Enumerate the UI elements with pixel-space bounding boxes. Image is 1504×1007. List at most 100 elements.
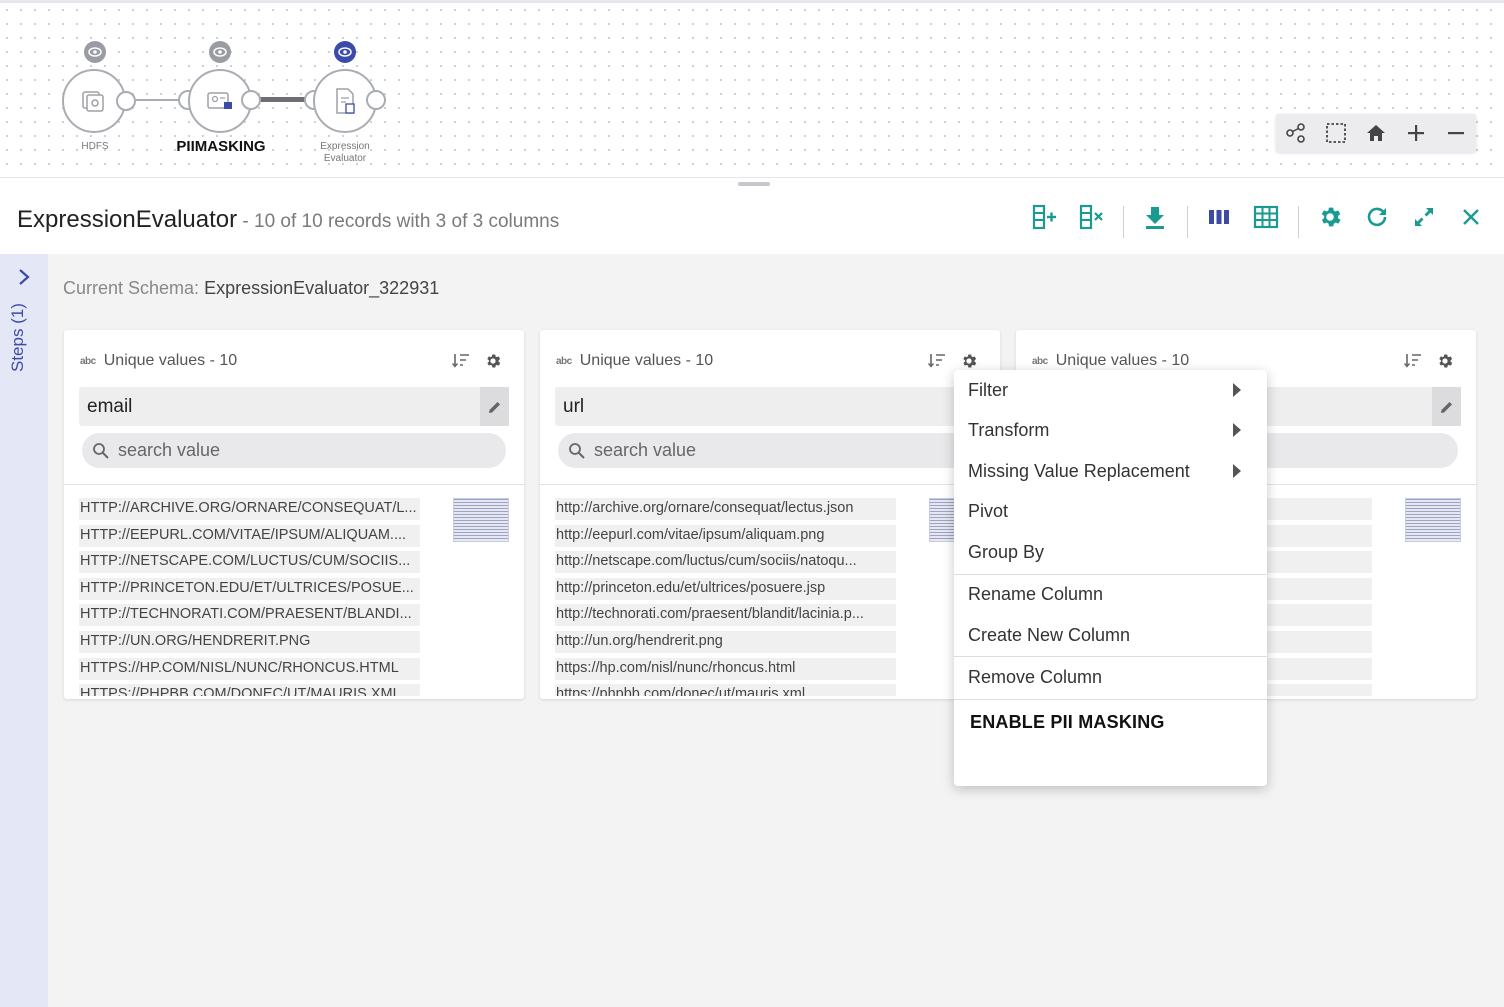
chevron-right-icon[interactable] bbox=[16, 268, 32, 291]
edit-pencil-icon[interactable] bbox=[1432, 387, 1461, 426]
value-row[interactable]: https://phpbb.com/donec/ut/mauris.xml bbox=[555, 684, 896, 696]
value-row[interactable]: HTTP://TECHNORATI.COM/PRAESENT/BLANDI... bbox=[79, 604, 420, 627]
menu-item-create-new-column[interactable]: Create New Column bbox=[954, 615, 1267, 655]
menu-item-label: Pivot bbox=[968, 500, 1009, 521]
node-output-port[interactable] bbox=[116, 91, 136, 111]
search-value-input[interactable]: search value bbox=[558, 433, 982, 468]
page-title: ExpressionEvaluator - 10 of 10 records w… bbox=[17, 206, 559, 234]
node-output-port[interactable] bbox=[241, 90, 261, 110]
menu-item-label: Filter bbox=[968, 379, 1008, 400]
submenu-arrow-icon bbox=[1233, 383, 1241, 397]
value-row[interactable]: http://technorati.com/praesent/blandit/l… bbox=[555, 604, 896, 627]
unique-values-header: abc Unique values - 10 bbox=[1032, 352, 1189, 370]
add-column-icon[interactable] bbox=[1027, 200, 1061, 234]
current-schema: Current Schema: ExpressionEvaluator_3229… bbox=[63, 278, 439, 299]
unique-values-header: abc Unique values - 10 bbox=[556, 352, 713, 370]
toolbar-divider bbox=[1187, 206, 1188, 238]
preview-eye-icon[interactable] bbox=[209, 41, 231, 63]
close-icon[interactable] bbox=[1454, 200, 1488, 234]
string-type-icon: abc bbox=[556, 355, 572, 367]
submenu-arrow-icon bbox=[1233, 464, 1241, 478]
column-name-field[interactable]: url bbox=[555, 387, 985, 426]
menu-item-transform[interactable]: Transform bbox=[954, 410, 1267, 450]
value-histogram bbox=[1405, 498, 1461, 542]
value-histogram bbox=[453, 498, 509, 542]
pipeline-canvas[interactable]: HDFS PIIMASKING Expression Evaluator bbox=[0, 0, 1504, 178]
node-output-port[interactable] bbox=[366, 90, 386, 110]
menu-item-filter[interactable]: Filter bbox=[954, 370, 1267, 410]
value-row[interactable]: http://netscape.com/luctus/cum/sociis/na… bbox=[555, 551, 896, 574]
steps-label[interactable]: Steps (1) bbox=[8, 303, 28, 372]
column-card-email: abc Unique values - 10 email search value… bbox=[64, 330, 524, 699]
divider bbox=[64, 484, 524, 485]
value-row[interactable]: HTTPS://PHPBB.COM/DONEC/UT/MAURIS.XML bbox=[79, 684, 420, 696]
settings-icon[interactable] bbox=[1313, 200, 1347, 234]
value-row[interactable]: http://un.org/hendrerit.png bbox=[555, 630, 896, 653]
unique-values-label: Unique values - 10 bbox=[103, 352, 238, 369]
remove-column-icon[interactable] bbox=[1074, 200, 1108, 234]
value-row[interactable]: HTTP://ARCHIVE.ORG/ORNARE/CONSEQUAT/L... bbox=[79, 498, 420, 520]
value-row[interactable]: HTTP://NETSCAPE.COM/LUCTUS/CUM/SOCIIS... bbox=[79, 551, 420, 574]
column-name-field[interactable]: email bbox=[79, 387, 509, 426]
value-row[interactable]: HTTP://UN.ORG/HENDRERIT.PNG bbox=[79, 630, 420, 653]
menu-item-remove-column[interactable]: Remove Column bbox=[954, 657, 1267, 697]
search-icon bbox=[569, 442, 585, 459]
value-row[interactable]: https://hp.com/nisl/nunc/rhoncus.html bbox=[555, 657, 896, 680]
value-row[interactable]: HTTP://PRINCETON.EDU/ET/ULTRICES/POSUE..… bbox=[79, 577, 420, 600]
divider bbox=[540, 484, 1000, 485]
string-type-icon: abc bbox=[80, 355, 96, 367]
pipeline-link bbox=[136, 99, 180, 101]
menu-item-label: Remove Column bbox=[968, 666, 1103, 687]
menu-item-label: Transform bbox=[968, 419, 1050, 440]
menu-item-enable-pii-masking[interactable]: ENABLE PII MASKING bbox=[954, 702, 1267, 742]
toolbar-divider bbox=[1123, 206, 1124, 238]
column-settings-gear-icon[interactable] bbox=[1436, 352, 1454, 375]
menu-item-label: Missing Value Replacement bbox=[968, 460, 1190, 481]
node-label-hdfs: HDFS bbox=[81, 141, 109, 152]
unique-values-list: HTTP://ARCHIVE.ORG/ORNARE/CONSEQUAT/L...… bbox=[79, 498, 420, 696]
table-view-icon[interactable] bbox=[1249, 200, 1283, 234]
column-view-icon[interactable] bbox=[1202, 200, 1236, 234]
pii-masking-icon bbox=[207, 92, 232, 109]
sort-icon[interactable] bbox=[1403, 352, 1422, 373]
value-row[interactable]: HTTP://EEPURL.COM/VITAE/IPSUM/ALIQUAM...… bbox=[79, 524, 420, 547]
panel-resize-handle[interactable] bbox=[738, 182, 770, 186]
node-label-piimasking: PIIMASKING bbox=[176, 138, 266, 155]
value-row[interactable]: HTTPS://HP.COM/NISL/NUNC/RHONCUS.HTML bbox=[79, 657, 420, 680]
sort-icon[interactable] bbox=[927, 352, 946, 373]
value-row[interactable]: http://princeton.edu/et/ultrices/posuere… bbox=[555, 577, 896, 600]
value-row[interactable]: http://archive.org/ornare/consequat/lect… bbox=[555, 498, 896, 520]
zoom-out-icon[interactable] bbox=[1439, 116, 1473, 150]
menu-divider bbox=[954, 699, 1267, 700]
unique-values-list: http://archive.org/ornare/consequat/lect… bbox=[555, 498, 896, 696]
menu-item-pivot[interactable]: Pivot bbox=[954, 491, 1267, 531]
column-settings-gear-icon[interactable] bbox=[484, 352, 502, 375]
refresh-icon[interactable] bbox=[1360, 200, 1394, 234]
preview-eye-icon[interactable] bbox=[84, 41, 106, 63]
search-value-input[interactable]: search value bbox=[82, 433, 506, 468]
menu-item-label: Rename Column bbox=[968, 583, 1104, 604]
menu-item-missing-value-replacement[interactable]: Missing Value Replacement bbox=[954, 451, 1267, 491]
expand-icon[interactable] bbox=[1407, 200, 1441, 234]
canvas-toolbar bbox=[1276, 114, 1476, 152]
preview-eye-icon[interactable] bbox=[334, 41, 356, 63]
menu-item-label: ENABLE PII MASKING bbox=[970, 711, 1165, 732]
hdfs-icon bbox=[82, 91, 104, 112]
node-label-expression-evaluator: Expression Evaluator bbox=[320, 141, 370, 164]
unique-values-label: Unique values - 10 bbox=[579, 352, 714, 369]
schema-label: Current Schema: bbox=[63, 278, 205, 298]
processor-title: ExpressionEvaluator bbox=[17, 206, 238, 233]
graph-icon[interactable] bbox=[1279, 116, 1313, 150]
sort-icon[interactable] bbox=[451, 352, 470, 373]
value-row[interactable]: http://eepurl.com/vitae/ipsum/aliquam.pn… bbox=[555, 524, 896, 547]
string-type-icon: abc bbox=[1032, 355, 1048, 367]
menu-item-rename-column[interactable]: Rename Column bbox=[954, 574, 1267, 614]
menu-item-group-by[interactable]: Group By bbox=[954, 532, 1267, 572]
zoom-in-icon[interactable] bbox=[1399, 116, 1433, 150]
edit-pencil-icon[interactable] bbox=[480, 387, 509, 426]
home-icon[interactable] bbox=[1359, 116, 1393, 150]
select-icon[interactable] bbox=[1319, 116, 1353, 150]
submenu-arrow-icon bbox=[1233, 423, 1241, 437]
unique-values-header: abc Unique values - 10 bbox=[80, 352, 237, 370]
download-icon[interactable] bbox=[1138, 200, 1172, 234]
